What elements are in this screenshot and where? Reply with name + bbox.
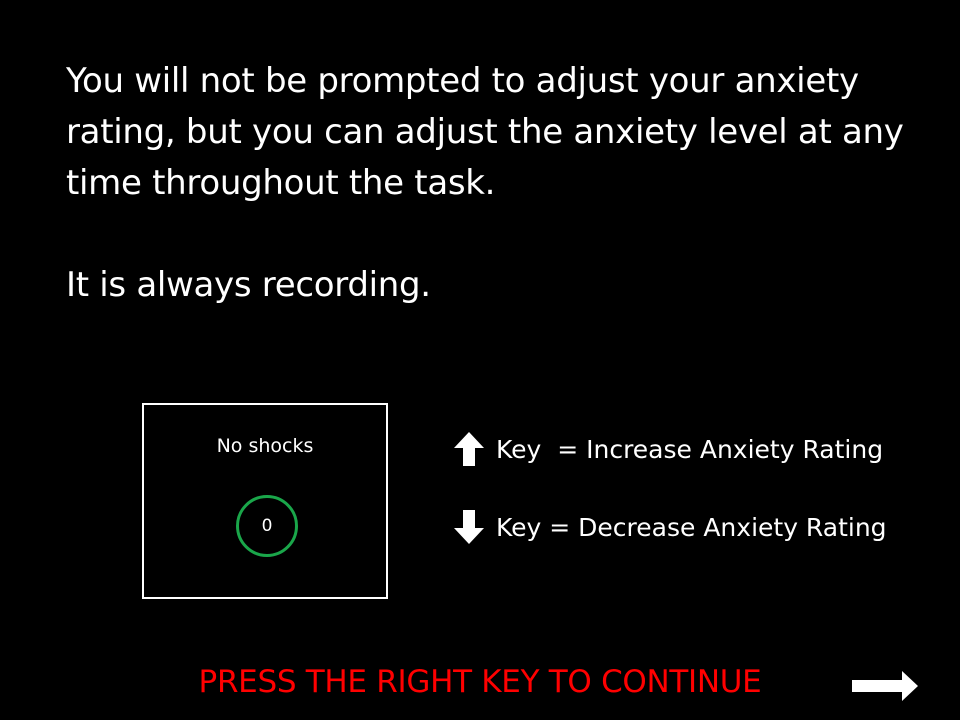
decrease-key-text: Key = Decrease Anxiety Rating	[496, 512, 887, 542]
anxiety-rating-value: 0	[261, 516, 273, 536]
instructions-paragraph-1: You will not be prompted to adjust your …	[66, 61, 904, 203]
anxiety-rating-panel: No shocks 0	[142, 403, 388, 599]
instructions-paragraph-2: It is always recording.	[66, 265, 431, 305]
condition-label: No shocks	[216, 435, 314, 457]
down-arrow-icon	[454, 510, 484, 544]
decrease-key-legend: Key = Decrease Anxiety Rating	[452, 508, 887, 546]
increase-key-text: Key = Increase Anxiety Rating	[496, 434, 884, 464]
right-arrow-icon[interactable]	[850, 668, 920, 704]
up-arrow-icon	[454, 432, 484, 466]
anxiety-rating-indicator: 0	[236, 495, 298, 557]
continue-prompt: PRESS THE RIGHT KEY TO CONTINUE	[198, 664, 762, 700]
instructions-text: You will not be prompted to adjust your …	[66, 56, 936, 311]
increase-key-legend: Key = Increase Anxiety Rating	[452, 430, 883, 468]
